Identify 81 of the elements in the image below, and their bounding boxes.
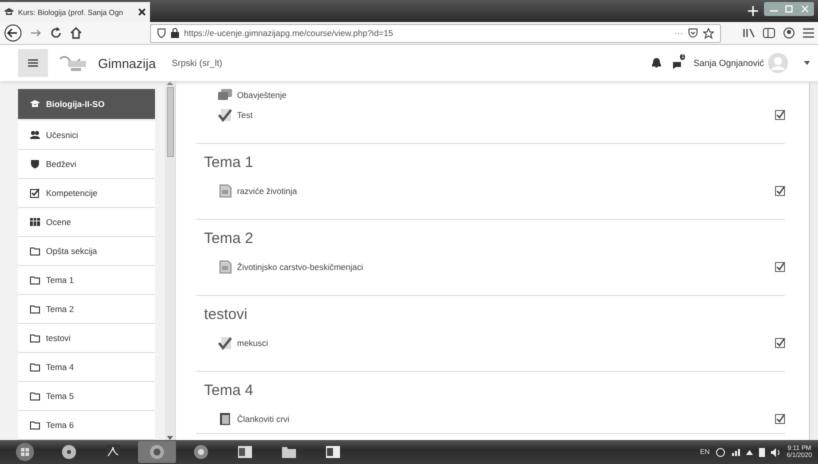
completion-checkbox[interactable] <box>775 110 785 120</box>
activity-link[interactable]: Životinjsko carstvo-beskičmenjaci <box>237 262 770 272</box>
document-icon <box>218 184 232 198</box>
folder-icon <box>30 246 40 256</box>
sidebar-item[interactable]: Kompetencije <box>18 179 155 208</box>
user-menu[interactable]: Sanja Ognjanović <box>693 53 810 73</box>
activity-link[interactable]: Obavještenje <box>237 90 770 100</box>
scrollbar-thumb[interactable] <box>166 87 174 157</box>
section-title: Tema 1 <box>204 154 254 171</box>
sidebar-item[interactable]: Ocene <box>18 208 155 237</box>
activity-link[interactable]: Člankoviti crvi <box>237 414 770 424</box>
scrollbar[interactable] <box>809 81 818 440</box>
speech-bubbles-icon <box>218 88 232 102</box>
logo-icon <box>58 53 88 73</box>
graduation-cap-icon <box>30 99 40 109</box>
users-icon <box>30 130 40 140</box>
activity-link[interactable]: mekusci <box>237 338 770 348</box>
graduation-cap-icon <box>4 8 14 16</box>
sidebar-item[interactable]: testovi <box>18 324 155 353</box>
speaker-icon[interactable] <box>770 448 781 456</box>
shield-icon <box>157 28 166 38</box>
start-button[interactable] <box>16 443 34 461</box>
shield-icon <box>30 159 40 169</box>
reload-icon[interactable] <box>50 27 62 39</box>
back-icon[interactable] <box>4 24 22 42</box>
completion-checkbox[interactable] <box>775 186 785 196</box>
checkmark-icon <box>218 108 232 122</box>
document-icon <box>218 260 232 274</box>
activity-link[interactable]: Test <box>237 110 770 120</box>
sidebar-item[interactable]: Tema 4 <box>18 353 155 382</box>
new-tab-icon[interactable] <box>748 6 758 16</box>
folder-icon <box>30 304 40 314</box>
menu-button[interactable] <box>18 49 48 77</box>
lock-icon <box>171 28 179 38</box>
star-icon[interactable] <box>703 28 714 38</box>
completion-checkbox[interactable] <box>775 414 785 424</box>
sidebar-item[interactable]: Opšta sekcija <box>18 237 155 266</box>
language-menu[interactable]: Srpski (sr_lt) <box>172 58 222 68</box>
sidebar-item[interactable]: Tema 1 <box>18 266 155 295</box>
sidebar-item[interactable]: Tema 6 <box>18 411 155 440</box>
avatar-icon <box>768 53 788 73</box>
sidebar-item[interactable]: Bedževi <box>18 150 155 179</box>
checkbox-icon <box>30 188 40 198</box>
sidebar-item[interactable]: Tema 2 <box>18 295 155 324</box>
completion-checkbox[interactable] <box>775 338 785 348</box>
battery-icon[interactable] <box>758 447 765 457</box>
folder-icon <box>30 420 40 430</box>
folder-icon <box>30 362 40 372</box>
library-icon[interactable] <box>743 28 755 38</box>
folder-icon <box>30 391 40 401</box>
sidebar-item[interactable]: Tema 5 <box>18 382 155 411</box>
menu-icon <box>28 59 38 67</box>
page-actions-menu[interactable]: ··· <box>674 28 683 38</box>
forward-icon[interactable] <box>30 27 42 39</box>
folder-icon <box>30 333 40 343</box>
help-icon[interactable] <box>716 448 725 456</box>
address-bar[interactable]: https://e-ucenje.gimnazijapg.me/course/view.php?id=15 ··· <box>150 24 721 42</box>
bell-icon[interactable] <box>652 58 662 68</box>
disc-icon[interactable] <box>60 443 78 461</box>
folder-icon <box>30 275 40 285</box>
url-text: https://e-ucenje.gimnazijapg.me/course/view.php?id=15 <box>184 28 394 38</box>
close-icon[interactable] <box>138 8 146 16</box>
sidebar-item[interactable]: Učesnici <box>18 121 155 150</box>
sidebar-icon[interactable] <box>763 28 775 38</box>
sidebar-item[interactable]: Biologija-II-SO <box>18 89 155 119</box>
table-icon <box>30 217 40 227</box>
caret-icon <box>804 61 810 65</box>
menu-icon[interactable] <box>803 28 814 38</box>
book-icon <box>218 412 232 426</box>
pocket-icon[interactable] <box>688 28 698 38</box>
home-icon[interactable] <box>70 27 82 39</box>
section-title: Tema 4 <box>204 382 254 399</box>
activity-link[interactable]: razviće životinja <box>237 186 770 196</box>
account-icon[interactable] <box>783 27 795 39</box>
show-hidden-icon[interactable] <box>746 450 753 454</box>
checkmark-icon <box>218 336 232 350</box>
network-icon[interactable] <box>730 448 740 456</box>
completion-checkbox[interactable] <box>775 262 785 272</box>
section-title: Tema 2 <box>204 230 254 247</box>
section-title: testovi <box>204 306 248 323</box>
site-name[interactable]: Gimnazija <box>98 56 156 70</box>
